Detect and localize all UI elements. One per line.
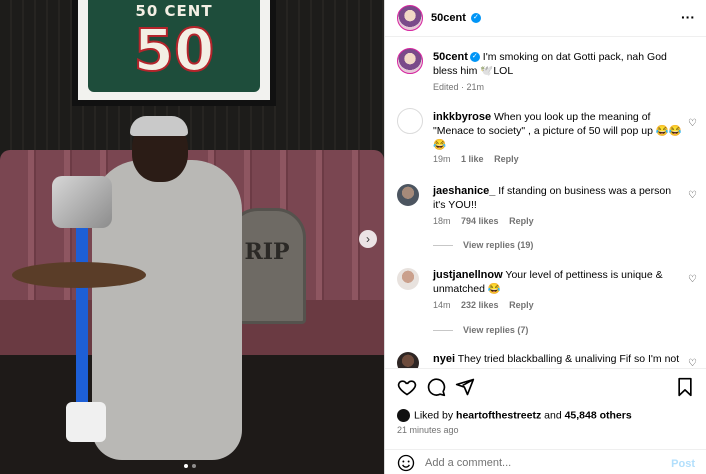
comment-username[interactable]: nyei bbox=[433, 353, 455, 365]
like-heart-icon[interactable]: ♡ bbox=[688, 190, 697, 201]
jersey: 50 CENT 50 bbox=[88, 0, 260, 92]
add-comment-bar: Post bbox=[385, 449, 706, 474]
comment-text: They tried blackballing & unaliving Fif … bbox=[457, 353, 680, 365]
view-replies-label: View replies (7) bbox=[463, 325, 529, 335]
carousel-dot-active bbox=[184, 464, 188, 468]
cap bbox=[130, 116, 188, 136]
comment-time: 19m bbox=[433, 154, 451, 164]
comment-username[interactable]: justjanellnow bbox=[433, 269, 503, 281]
comment-meta: 18m 794 likes Reply bbox=[433, 216, 534, 226]
author-avatar[interactable] bbox=[397, 5, 423, 31]
liker-avatar[interactable] bbox=[397, 409, 410, 422]
liked-by-and: and bbox=[541, 409, 565, 422]
comment-username[interactable]: jaeshanice_ bbox=[433, 185, 495, 197]
comment-input[interactable] bbox=[425, 454, 655, 472]
view-replies-button[interactable]: View replies (19) bbox=[433, 240, 533, 250]
hookah-stem bbox=[76, 226, 88, 426]
author-username[interactable]: 50cent bbox=[431, 12, 466, 24]
post-header: 50cent ✓ ··· bbox=[385, 0, 706, 37]
save-bookmark-icon[interactable] bbox=[675, 377, 695, 397]
comment-username[interactable]: inkkbyrose bbox=[433, 111, 491, 123]
comment-avatar[interactable] bbox=[397, 352, 419, 368]
liked-by-user[interactable]: heartofthestreetz bbox=[456, 409, 541, 421]
like-heart-icon[interactable]: ♡ bbox=[688, 358, 697, 368]
verified-icon: ✓ bbox=[470, 13, 481, 24]
comment-avatar[interactable] bbox=[397, 268, 419, 290]
replies-divider bbox=[433, 245, 453, 247]
jersey-number: 50 bbox=[133, 15, 216, 85]
caption-text: I'm smoking on dat Gotti pack, nah God b… bbox=[433, 51, 667, 77]
view-replies-button[interactable]: View replies (7) bbox=[433, 325, 528, 335]
view-replies-label: View replies (19) bbox=[463, 240, 534, 250]
comment-item: inkkbyrose When you look up the meaning … bbox=[397, 108, 697, 168]
comment-likes[interactable]: 232 likes bbox=[461, 300, 499, 310]
caption-username[interactable]: 50cent bbox=[433, 51, 468, 63]
comment-likes[interactable]: 1 like bbox=[461, 154, 484, 164]
emoji-icon[interactable] bbox=[397, 454, 415, 472]
post-actions: Liked by heartofthestreetz and 45,848 ot… bbox=[385, 368, 706, 474]
comment-item: nyei They tried blackballing & unaliving… bbox=[397, 350, 697, 368]
comment-icon[interactable] bbox=[426, 377, 446, 397]
liked-by-count[interactable]: 45,848 others bbox=[565, 409, 632, 421]
reply-button[interactable]: Reply bbox=[509, 216, 534, 226]
likes-summary: Liked by heartofthestreetz and 45,848 ot… bbox=[397, 409, 632, 422]
post-time: 21 minutes ago bbox=[397, 425, 459, 435]
caption: 50cent ✓ I'm smoking on dat Gotti pack, n… bbox=[397, 48, 697, 98]
post-panel: 50cent ✓ ··· 50cent ✓ I'm smoking on dat … bbox=[384, 0, 706, 474]
replies-divider bbox=[433, 330, 453, 332]
comment-likes[interactable]: 794 likes bbox=[461, 216, 499, 226]
like-heart-icon[interactable] bbox=[397, 377, 417, 397]
verified-icon: ✓ bbox=[469, 52, 480, 63]
comment-meta: 19m 1 like Reply bbox=[433, 154, 519, 164]
comment-text-block: justjanellnow Your level of pettiness is… bbox=[433, 268, 683, 296]
comment-text-block: jaeshanice_ If standing on business was … bbox=[433, 184, 683, 212]
caption-avatar[interactable] bbox=[397, 48, 423, 74]
caption-text-block: 50cent ✓ I'm smoking on dat Gotti pack, n… bbox=[433, 50, 683, 78]
reply-button[interactable]: Reply bbox=[509, 300, 534, 310]
hookah-tray bbox=[12, 262, 146, 288]
hookah-base bbox=[66, 402, 106, 442]
next-image-button[interactable]: › bbox=[359, 230, 377, 248]
hookah-bowl bbox=[52, 176, 112, 228]
comment-meta: 14m 232 likes Reply bbox=[433, 300, 534, 310]
like-heart-icon[interactable]: ♡ bbox=[688, 118, 697, 129]
comment-text-block: inkkbyrose When you look up the meaning … bbox=[433, 110, 683, 152]
caption-edited: Edited · 21m bbox=[433, 82, 485, 92]
comment-avatar[interactable] bbox=[397, 184, 419, 206]
comment-text-block: nyei They tried blackballing & unaliving… bbox=[433, 352, 683, 366]
person-body bbox=[92, 160, 242, 460]
author-name-row: 50cent ✓ bbox=[431, 12, 481, 24]
post-photo[interactable]: 50 CENT 50 RIP › bbox=[0, 0, 384, 474]
framed-jersey: 50 CENT 50 bbox=[72, 0, 276, 106]
reply-button[interactable]: Reply bbox=[494, 154, 519, 164]
more-options-icon[interactable]: ··· bbox=[681, 9, 695, 25]
comment-time: 14m bbox=[433, 300, 451, 310]
carousel-dots bbox=[184, 464, 196, 468]
liked-by-prefix: Liked by bbox=[414, 409, 457, 422]
comments-list[interactable]: 50cent ✓ I'm smoking on dat Gotti pack, n… bbox=[385, 38, 706, 368]
comment-time: 18m bbox=[433, 216, 451, 226]
post-comment-button[interactable]: Post bbox=[671, 458, 695, 470]
share-icon[interactable] bbox=[455, 377, 475, 397]
like-heart-icon[interactable]: ♡ bbox=[688, 274, 697, 285]
comment-avatar[interactable] bbox=[397, 108, 423, 134]
carousel-dot bbox=[192, 464, 196, 468]
